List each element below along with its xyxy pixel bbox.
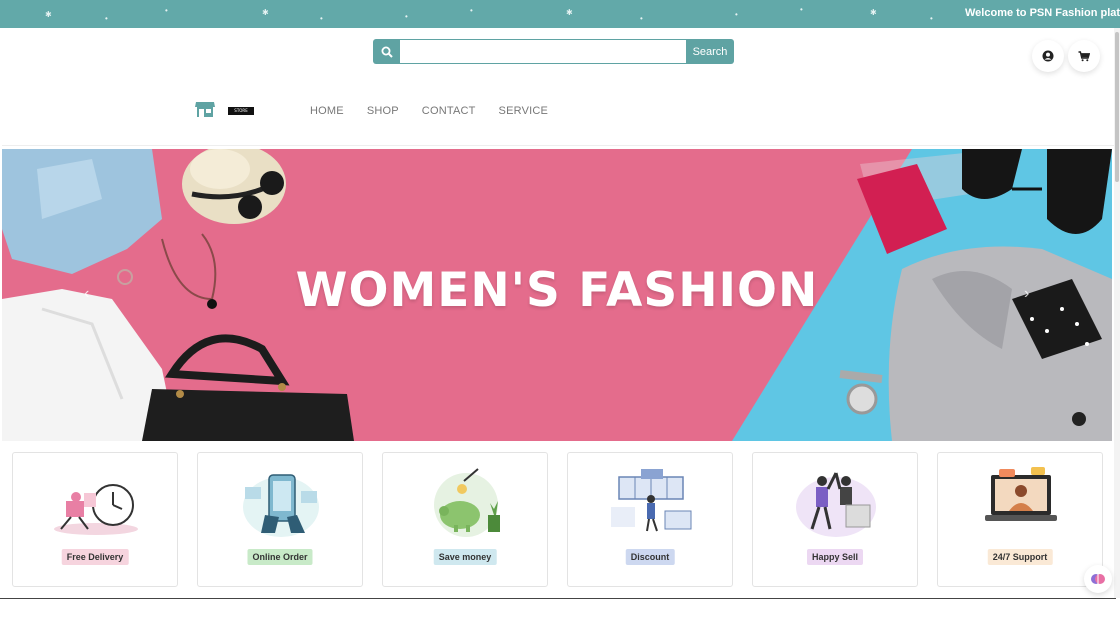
- cart-icon: [1078, 50, 1090, 61]
- page-scrollbar[interactable]: [1114, 28, 1120, 598]
- hero-banner[interactable]: WOMEN'S FASHION ‹ ›: [2, 149, 1112, 441]
- phone-order-icon: [243, 474, 319, 537]
- snowflake-icon: •: [800, 5, 803, 14]
- scrollbar-thumb[interactable]: [1115, 32, 1119, 182]
- search-button[interactable]: Search: [686, 39, 734, 64]
- snowflake-icon: •: [930, 14, 933, 23]
- feature-card[interactable]: Save money: [382, 452, 548, 587]
- feature-card[interactable]: Happy Sell: [752, 452, 918, 587]
- discount-store-icon: [611, 469, 692, 532]
- feature-label: Happy Sell: [806, 549, 864, 565]
- snowflake-icon: ✱: [870, 8, 877, 17]
- snowflake-icon: •: [165, 6, 168, 15]
- cart-button[interactable]: [1068, 40, 1100, 72]
- chevron-right-icon[interactable]: ›: [1024, 285, 1029, 303]
- store-logo[interactable]: [195, 101, 215, 122]
- search-icon[interactable]: [373, 39, 400, 64]
- welcome-marquee: Welcome to PSN Fashion platf: [965, 7, 1120, 19]
- nav-home[interactable]: HOME: [310, 105, 344, 117]
- main-nav: HOME SHOP CONTACT SERVICE: [310, 105, 571, 117]
- feature-label: 24/7 Support: [987, 549, 1053, 565]
- top-banner: ✱ • • ✱ • • • ✱ • • • ✱ • Welcome to PSN…: [0, 0, 1120, 28]
- snowflake-icon: ✱: [262, 8, 269, 17]
- account-button[interactable]: [1032, 40, 1064, 72]
- high-five-icon: [796, 472, 876, 537]
- user-circle-icon: [1042, 50, 1054, 62]
- nav-contact[interactable]: CONTACT: [422, 105, 476, 117]
- snowflake-icon: •: [735, 10, 738, 19]
- hero-title: WOMEN'S FASHION: [295, 263, 819, 318]
- chevron-left-icon[interactable]: ‹: [84, 285, 89, 303]
- delivery-clock-icon: [54, 484, 138, 535]
- feature-label: Free Delivery: [61, 549, 129, 565]
- assistant-button[interactable]: [1084, 565, 1112, 593]
- search-bar: Search: [373, 39, 734, 64]
- snowflake-icon: •: [105, 14, 108, 23]
- store-icon: [195, 102, 215, 117]
- nav-shop[interactable]: SHOP: [367, 105, 399, 117]
- piggy-bank-icon: [434, 468, 500, 537]
- feature-card[interactable]: 24/7 Support: [937, 452, 1103, 587]
- site-header: Search STORE HOME SHOP CONTACT SERVICE: [2, 28, 1116, 146]
- feature-card[interactable]: Discount: [567, 452, 733, 587]
- snowflake-icon: •: [640, 14, 643, 23]
- divider: [0, 598, 1116, 599]
- snowflake-icon: ✱: [566, 8, 573, 17]
- store-logo-text: STORE: [228, 107, 254, 115]
- feature-card[interactable]: Free Delivery: [12, 452, 178, 587]
- snowflake-icon: •: [320, 14, 323, 23]
- feature-label: Discount: [625, 549, 675, 565]
- snowflake-icon: ✱: [45, 10, 52, 19]
- support-laptop-icon: [985, 467, 1057, 521]
- snowflake-icon: •: [470, 6, 473, 15]
- feature-label: Save money: [433, 549, 497, 565]
- feature-label: Online Order: [247, 549, 313, 565]
- brain-icon: [1091, 574, 1105, 584]
- snowflake-icon: •: [405, 12, 408, 21]
- nav-service[interactable]: SERVICE: [499, 105, 549, 117]
- search-input[interactable]: [400, 39, 686, 64]
- feature-card[interactable]: Online Order: [197, 452, 363, 587]
